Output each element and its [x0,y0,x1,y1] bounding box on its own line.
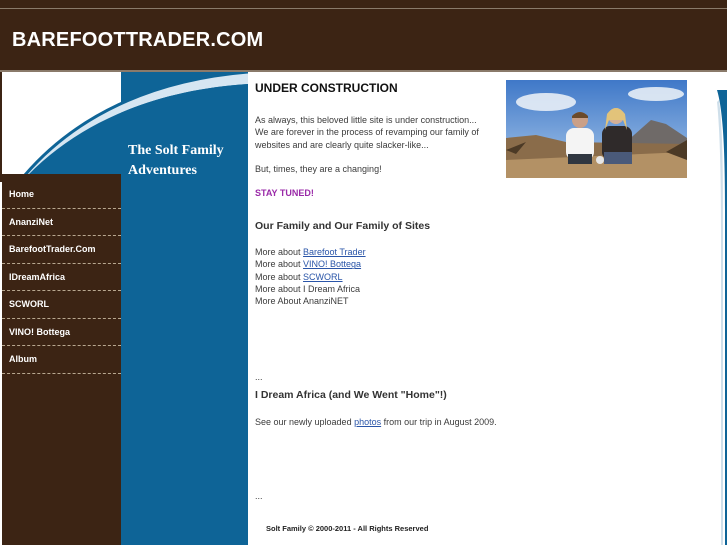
more-about-item: More About AnanziNET [255,296,349,307]
idreamafrica-heading: I Dream Africa (and We Went "Home"!) [255,389,447,401]
ellipsis-1: ... [255,372,263,382]
site-title[interactable]: BAREFOOTTRADER.COM [12,29,263,52]
more-about-item: More about Barefoot Trader [255,247,366,257]
sidebar: Home AnanziNet BarefootTrader.Com IDream… [2,174,121,545]
changing-text: But, times, they are a changing! [255,164,382,174]
family-photo [506,80,687,178]
scworl-link[interactable]: SCWORL [303,272,343,282]
photos-paragraph: See our newly uploaded photos from our t… [255,417,497,427]
under-construction-heading: UNDER CONSTRUCTION [255,81,398,95]
header-top-rule [0,8,727,9]
footer-copyright: Solt Family © 2000-2011 - All Rights Res… [266,524,429,533]
vino-bottega-link[interactable]: VINO! Bottega [303,259,361,269]
more-about-item: More about SCWORL [255,271,343,282]
intro-paragraph: As always, this beloved little site is u… [255,115,479,150]
nav-item-barefoottrader[interactable]: BarefootTrader.Com [2,236,121,264]
photos-link[interactable]: photos [354,417,381,427]
more-about-item: More about VINO! Bottega [255,259,362,270]
more-about-item: More about I Dream Africa [255,283,361,294]
nav-item-home[interactable]: Home [2,181,121,209]
main-nav: Home AnanziNet BarefootTrader.Com IDream… [2,181,121,374]
right-edge-decoration [717,90,727,545]
more-about-list: More about Barefoot Trader More about VI… [255,246,366,307]
nav-item-album[interactable]: Album [2,346,121,374]
nav-item-vino-bottega[interactable]: VINO! Bottega [2,319,121,346]
nav-item-scworl[interactable]: SCWORL [2,291,121,319]
left-border [0,72,2,182]
banner-tagline: The Solt Family Adventures [128,143,224,178]
nav-item-idreamafrica[interactable]: IDreamAfrica [2,264,121,291]
barefoot-trader-link[interactable]: Barefoot Trader [303,247,366,257]
family-sites-heading: Our Family and Our Family of Sites [255,220,431,232]
nav-item-ananzinet[interactable]: AnanziNet [2,209,121,236]
ellipsis-2: ... [255,491,263,501]
stay-tuned-text: STAY TUNED! [255,188,314,198]
site-header: BAREFOOTTRADER.COM [0,0,727,72]
